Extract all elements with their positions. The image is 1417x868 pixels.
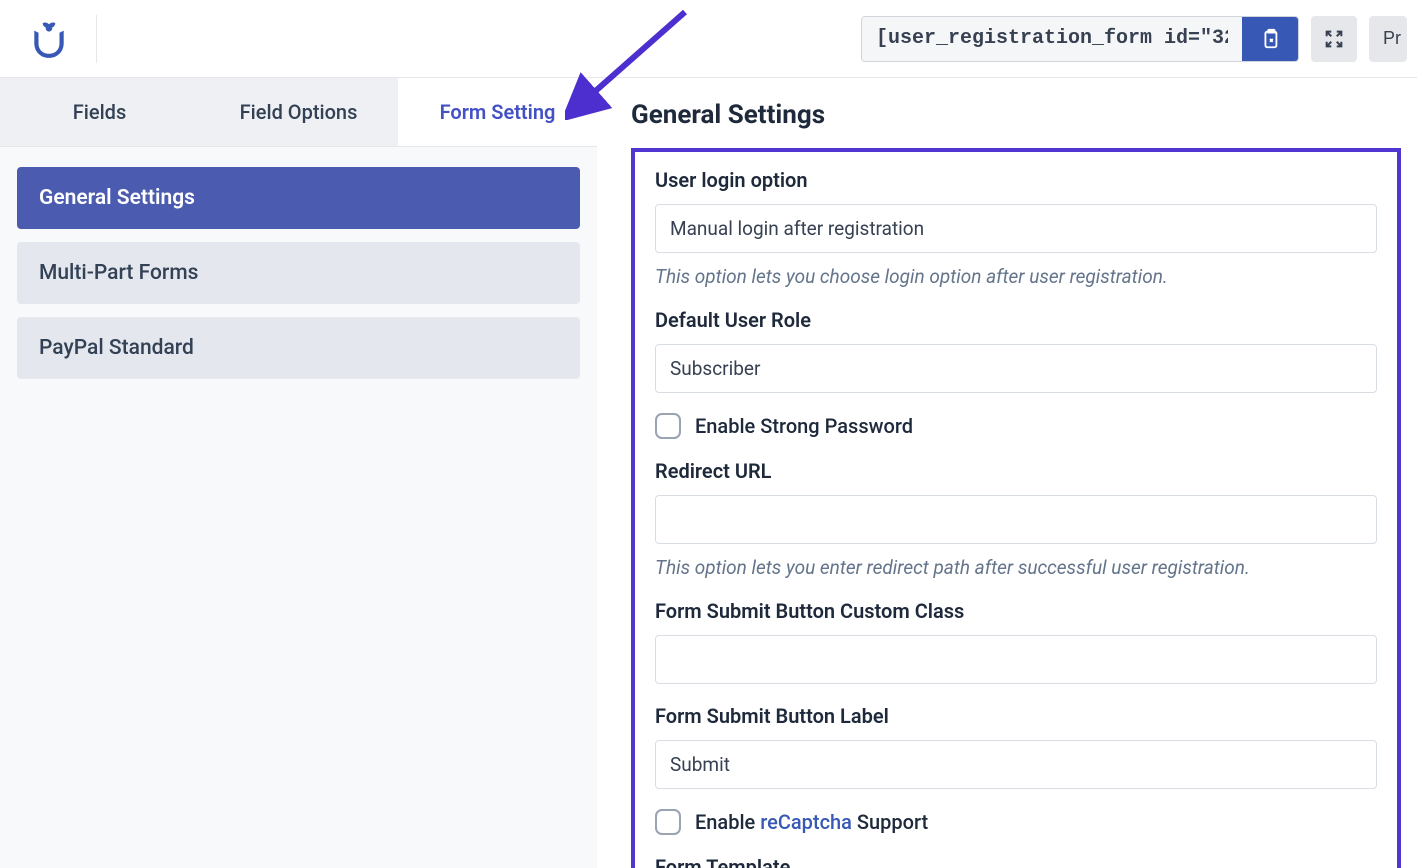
enable-strong-password-row: Enable Strong Password — [655, 413, 1377, 439]
sidebar-item-general-settings[interactable]: General Settings — [17, 167, 580, 229]
header-left — [10, 0, 105, 77]
custom-class-input[interactable] — [655, 635, 1377, 684]
form-template-group: Form Template — [655, 855, 1377, 868]
tabs: Fields Field Options Form Setting — [0, 78, 597, 147]
default-user-role-group: Default User Role — [655, 308, 1377, 393]
fullscreen-button[interactable] — [1311, 16, 1357, 62]
header-right: Pr — [861, 16, 1407, 62]
default-user-role-select[interactable] — [655, 344, 1377, 393]
user-login-option-group: User login option This option lets you c… — [655, 168, 1377, 288]
content-area: Fields Field Options Form Setting Genera… — [0, 78, 1417, 868]
button-label-label: Form Submit Button Label — [655, 704, 1377, 728]
enable-recaptcha-row: Enable reCaptcha Support — [655, 809, 1377, 835]
redirect-url-group: Redirect URL This option lets you enter … — [655, 459, 1377, 579]
default-user-role-label: Default User Role — [655, 308, 1377, 332]
tab-form-setting[interactable]: Form Setting — [398, 78, 597, 146]
sidebar: Fields Field Options Form Setting Genera… — [0, 78, 597, 868]
redirect-url-help: This option lets you enter redirect path… — [655, 556, 1377, 579]
recaptcha-link[interactable]: reCaptcha — [760, 810, 852, 834]
shortcode-input[interactable] — [862, 17, 1242, 61]
page-title: General Settings — [631, 100, 1401, 130]
custom-class-label: Form Submit Button Custom Class — [655, 599, 1377, 623]
enable-strong-password-label: Enable Strong Password — [695, 414, 913, 438]
user-login-option-label: User login option — [655, 168, 1377, 192]
divider — [96, 15, 97, 63]
sidebar-item-paypal-standard[interactable]: PayPal Standard — [17, 317, 580, 379]
custom-class-group: Form Submit Button Custom Class — [655, 599, 1377, 684]
shortcode-container — [861, 16, 1299, 62]
app-logo[interactable] — [10, 9, 88, 69]
settings-highlighted-box: User login option This option lets you c… — [631, 148, 1401, 868]
sidebar-item-multi-part-forms[interactable]: Multi-Part Forms — [17, 242, 580, 304]
user-login-option-help: This option lets you choose login option… — [655, 265, 1377, 288]
app-header: Pr — [0, 0, 1417, 78]
preview-button[interactable]: Pr — [1369, 16, 1407, 62]
sidebar-nav: General Settings Multi-Part Forms PayPal… — [0, 147, 597, 412]
enable-recaptcha-checkbox[interactable] — [655, 809, 681, 835]
enable-strong-password-checkbox[interactable] — [655, 413, 681, 439]
copy-shortcode-button[interactable] — [1242, 17, 1298, 61]
fullscreen-icon — [1323, 28, 1345, 50]
button-label-group: Form Submit Button Label — [655, 704, 1377, 789]
tab-field-options[interactable]: Field Options — [199, 78, 398, 146]
user-login-option-select[interactable] — [655, 204, 1377, 253]
redirect-url-input[interactable] — [655, 495, 1377, 544]
button-label-input[interactable] — [655, 740, 1377, 789]
main-panel: General Settings User login option This … — [597, 78, 1417, 868]
redirect-url-label: Redirect URL — [655, 459, 1377, 483]
form-template-label: Form Template — [655, 855, 1377, 868]
clipboard-icon — [1259, 28, 1281, 50]
enable-recaptcha-label: Enable reCaptcha Support — [695, 810, 928, 834]
tab-fields[interactable]: Fields — [0, 78, 199, 146]
